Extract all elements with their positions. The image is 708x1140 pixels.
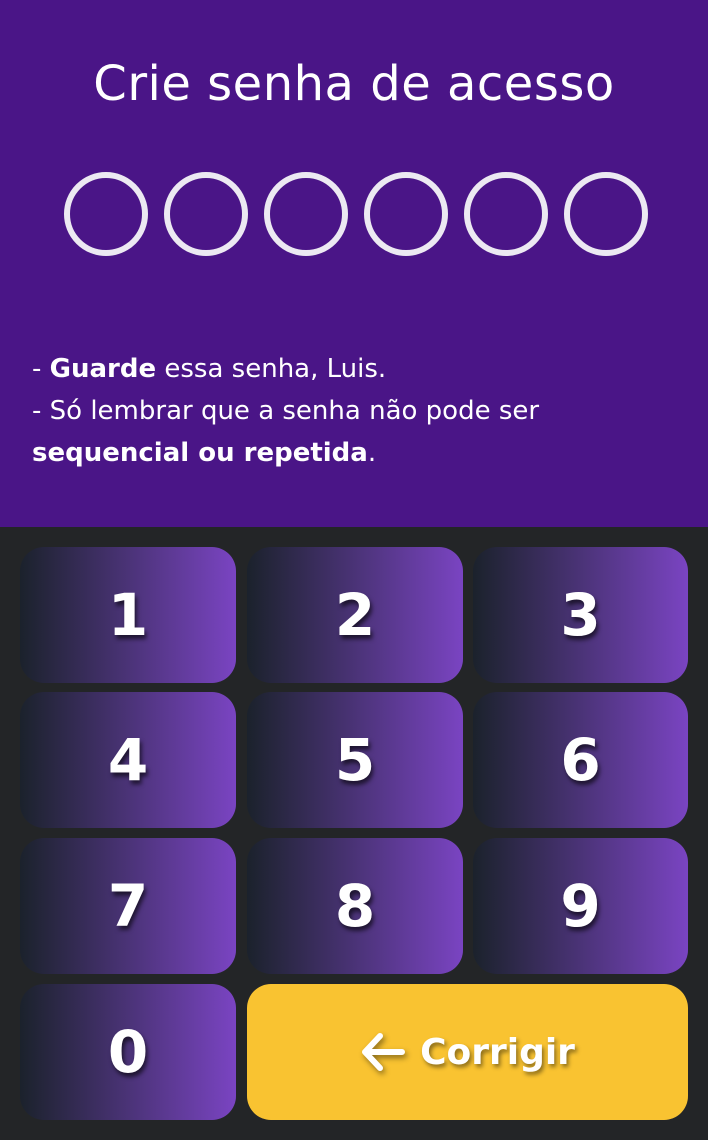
pin-slot-2 (164, 172, 248, 256)
instruction-line-1-text: essa senha, Luis. (156, 354, 387, 384)
arrow-left-icon (362, 1033, 406, 1071)
key-8[interactable]: 8 (247, 838, 463, 974)
instruction-line-1: - Guarde essa senha, Luis. (32, 354, 387, 384)
instruction-line-2: - Só lembrar que a senha não pode ser (32, 396, 540, 426)
pin-slot-5 (464, 172, 548, 256)
key-6[interactable]: 6 (473, 692, 688, 828)
key-4[interactable]: 4 (20, 692, 236, 828)
pin-slot-1 (64, 172, 148, 256)
correct-button-label: Corrigir (420, 1031, 575, 1073)
pin-slot-6 (564, 172, 648, 256)
key-3[interactable]: 3 (473, 547, 688, 683)
instruction-line-3: sequencial ou repetida. (32, 432, 682, 474)
instruction-line-3-end: . (367, 438, 377, 468)
key-5[interactable]: 5 (247, 692, 463, 828)
instruction-emphasis-keep: Guarde (49, 354, 157, 384)
key-1[interactable]: 1 (20, 547, 236, 683)
password-instructions: - Guarde essa senha, Luis. - Só lembrar … (32, 348, 682, 474)
pin-slot-4 (364, 172, 448, 256)
key-7[interactable]: 7 (20, 838, 236, 974)
correct-button[interactable]: Corrigir (247, 984, 688, 1120)
key-9[interactable]: 9 (473, 838, 688, 974)
pin-slot-3 (264, 172, 348, 256)
key-0[interactable]: 0 (20, 984, 236, 1120)
header-panel: Crie senha de acesso - Guarde essa senha… (0, 0, 708, 527)
page-title: Crie senha de acesso (93, 56, 615, 112)
instruction-emphasis-rule: sequencial ou repetida (32, 438, 368, 468)
key-2[interactable]: 2 (247, 547, 463, 683)
